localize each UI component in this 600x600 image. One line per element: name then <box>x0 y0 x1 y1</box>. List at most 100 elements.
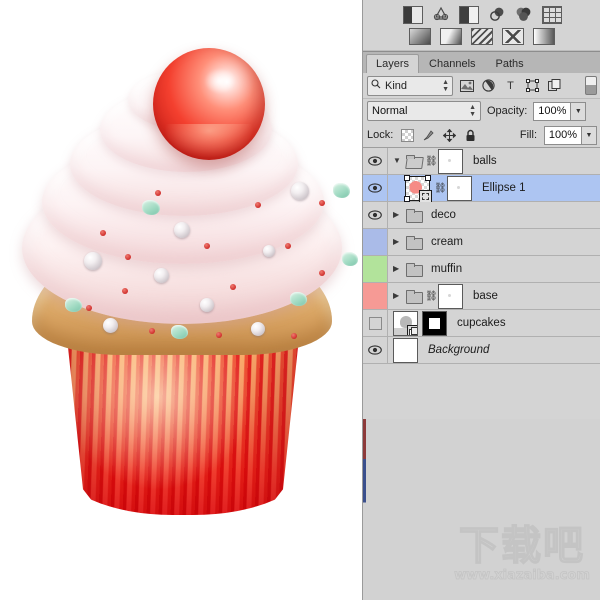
layer-row[interactable]: cupcakes <box>363 310 600 337</box>
tab-layers[interactable]: Layers <box>366 54 420 73</box>
layer-row-body[interactable]: ▶ deco <box>388 209 600 223</box>
chevron-right-icon[interactable]: ▶ <box>393 292 402 300</box>
canvas-area[interactable] <box>0 0 362 600</box>
pixel-layer-icon[interactable] <box>458 77 475 94</box>
smart-object-icon[interactable] <box>546 77 563 94</box>
opacity-input[interactable]: 100% <box>533 101 572 121</box>
layer-color-label[interactable] <box>363 283 387 309</box>
layer-visibility-toggle[interactable] <box>363 175 388 201</box>
lock-position-icon[interactable] <box>442 128 456 142</box>
gradient-map-icon[interactable] <box>533 28 555 45</box>
layer-row-body[interactable]: ⛓ Ellipse 1 <box>388 174 600 203</box>
sprinkle-dot <box>255 202 261 208</box>
fill-dropdown-arrow[interactable]: ▼ <box>582 125 597 145</box>
layer-row[interactable]: ▶ cream <box>363 229 600 256</box>
sprinkle-dot <box>216 332 222 338</box>
layer-thumbnail-vector[interactable] <box>404 174 432 203</box>
fill-label: Fill: <box>519 129 537 141</box>
pearl-decoration <box>154 268 169 283</box>
lock-all-icon[interactable] <box>463 128 477 142</box>
layer-visibility-toggle[interactable] <box>363 202 388 228</box>
layer-row[interactable]: ▼ ⛓ balls <box>363 148 600 175</box>
layer-row-body[interactable]: ▼ ⛓ balls <box>388 148 600 174</box>
layer-row[interactable]: ▶ ⛓ base <box>363 283 600 310</box>
filter-kind-select[interactable]: Kind ▲ ▼ <box>367 75 453 96</box>
fill-input[interactable]: 100% <box>544 125 582 145</box>
layer-name[interactable]: Background <box>422 344 489 356</box>
sprinkle-dot <box>291 333 297 339</box>
adjustment-layer-icon[interactable] <box>480 77 497 94</box>
link-icon[interactable]: ⛓ <box>434 182 447 195</box>
black-white-icon[interactable] <box>409 28 431 45</box>
type-layer-icon[interactable]: T <box>502 77 519 94</box>
lock-transparent-pixels-icon[interactable] <box>400 128 414 142</box>
layer-name[interactable]: cream <box>425 236 463 248</box>
sprinkle-dot <box>125 254 131 260</box>
invert-icon[interactable] <box>502 28 524 45</box>
exposure-icon[interactable] <box>488 6 506 22</box>
layer-row-body[interactable]: cupcakes <box>388 310 600 336</box>
photo-filter-icon[interactable] <box>440 28 462 45</box>
filter-bar[interactable]: Kind ▲ ▼ T <box>363 73 600 99</box>
blend-opacity-bar[interactable]: Normal ▲ ▼ Opacity: 100% ▼ <box>363 99 600 123</box>
chevron-updown-icon[interactable]: ▲ ▼ <box>469 104 476 118</box>
layer-row-body[interactable]: Background <box>388 337 600 363</box>
adjustments-row-2[interactable] <box>363 26 600 47</box>
mint-sprinkle <box>65 298 82 312</box>
layer-name[interactable]: muffin <box>425 263 462 275</box>
chevron-right-icon[interactable]: ▶ <box>393 238 402 246</box>
curves-icon[interactable] <box>458 6 479 24</box>
tab-channels[interactable]: Channels <box>419 54 486 73</box>
layers-list[interactable]: ▼ ⛓ balls ⛓ Ellipse 1 ▶ deco ▶ cream ▶ muffin ▶ ⛓ bas… <box>363 148 600 364</box>
layer-name[interactable]: balls <box>467 155 497 167</box>
layer-row[interactable]: ⛓ Ellipse 1 <box>363 174 600 203</box>
color-balance-icon[interactable] <box>541 6 562 24</box>
mint-sprinkle <box>333 183 350 198</box>
layer-visibility-toggle[interactable] <box>363 337 388 363</box>
layer-name[interactable]: deco <box>425 209 456 221</box>
layer-thumbnail[interactable] <box>393 337 418 363</box>
layer-name[interactable]: cupcakes <box>451 317 506 329</box>
layer-name[interactable]: Ellipse 1 <box>476 182 525 194</box>
sprinkle-dot <box>86 305 92 311</box>
chevron-down-icon[interactable]: ▼ <box>393 157 402 165</box>
layer-row-body[interactable]: ▶ cream <box>388 236 600 250</box>
link-icon[interactable]: ⛓ <box>425 290 438 303</box>
hue-saturation-icon[interactable] <box>515 6 533 22</box>
tab-paths[interactable]: Paths <box>485 54 534 73</box>
adjustments-toolbar[interactable] <box>363 0 600 51</box>
layer-mask-thumbnail[interactable] <box>422 310 447 336</box>
layer-name[interactable]: base <box>467 290 498 302</box>
layers-panel[interactable]: Layers Channels Paths Kind ▲ ▼ T Normal … <box>362 0 600 600</box>
layer-row[interactable]: ▶ deco <box>363 202 600 229</box>
lock-bar[interactable]: Lock: Fill: 100% ▼ <box>363 123 600 148</box>
layer-visibility-toggle[interactable] <box>363 310 388 336</box>
brightness-contrast-icon[interactable] <box>402 6 423 24</box>
chevron-updown-icon[interactable]: ▲ ▼ <box>442 79 449 93</box>
channel-mixer-icon[interactable] <box>471 28 493 45</box>
levels-icon[interactable] <box>432 6 450 22</box>
shape-layer-icon[interactable] <box>524 77 541 94</box>
folder-icon <box>406 290 423 304</box>
adjustments-row-1[interactable] <box>363 4 600 26</box>
lock-image-pixels-icon[interactable] <box>421 128 435 142</box>
cupcake-artwork <box>8 40 358 540</box>
filter-toggle-switch[interactable] <box>585 76 597 95</box>
chevron-right-icon[interactable]: ▶ <box>393 211 402 219</box>
opacity-dropdown-arrow[interactable]: ▼ <box>571 101 587 121</box>
layer-row-body[interactable]: ▶ ⛓ base <box>388 283 600 309</box>
layer-mask-thumbnail[interactable] <box>438 283 463 309</box>
layer-row[interactable]: ▶ muffin <box>363 256 600 283</box>
layer-thumbnail-smart-object[interactable] <box>393 310 418 336</box>
layer-mask-thumbnail[interactable] <box>438 148 463 174</box>
chevron-right-icon[interactable]: ▶ <box>393 265 402 273</box>
layer-mask-thumbnail[interactable] <box>447 175 472 201</box>
layer-row[interactable]: Background <box>363 337 600 364</box>
blend-mode-select[interactable]: Normal ▲ ▼ <box>367 101 481 121</box>
panel-tabs[interactable]: Layers Channels Paths <box>363 51 600 73</box>
layer-row-body[interactable]: ▶ muffin <box>388 263 600 277</box>
layer-color-label[interactable] <box>363 256 387 282</box>
layer-color-label[interactable] <box>363 229 387 255</box>
link-icon[interactable]: ⛓ <box>425 155 438 168</box>
layer-visibility-toggle[interactable] <box>363 148 388 174</box>
